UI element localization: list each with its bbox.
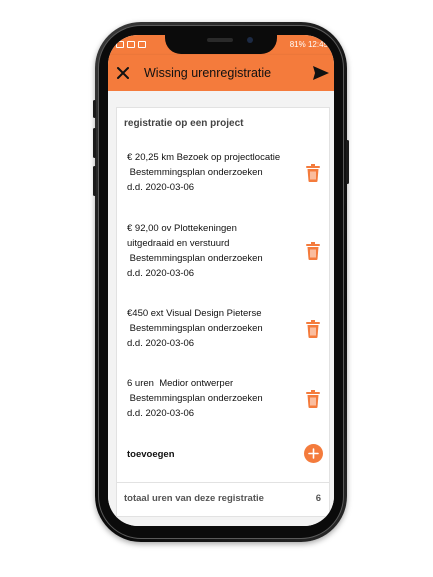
total-value: 6 xyxy=(315,493,321,504)
status-battery-time: 81% 12:45 xyxy=(289,40,328,49)
item-text: 6 uren Medior ontwerper Bestemmingsplan … xyxy=(127,376,287,421)
list-item: 6 uren Medior ontwerper Bestemmingsplan … xyxy=(127,376,327,421)
notification-icon xyxy=(116,41,124,48)
item-line: Bestemmingsplan onderzoeken xyxy=(127,167,263,178)
phone-notch xyxy=(165,32,277,54)
notification-icon xyxy=(127,41,135,48)
trash-icon[interactable] xyxy=(305,164,321,182)
status-right: 81% 12:45 xyxy=(290,40,328,49)
item-line: € 92,00 ov Plottekeningen xyxy=(127,223,237,234)
trash-icon[interactable] xyxy=(305,242,321,260)
item-line: € 20,25 km Bezoek op projectlocatie xyxy=(127,152,281,163)
content-area: registratie op een project € 20,25 km Be… xyxy=(108,91,334,526)
list-item: € 92,00 ov Plottekeningen uitgedraaid en… xyxy=(127,221,327,281)
item-line: Bestemmingsplan onderzoeken xyxy=(127,393,263,404)
total-label: totaal uren van deze registratie xyxy=(124,493,264,504)
front-camera xyxy=(247,37,253,43)
divider xyxy=(117,482,329,483)
list-item: €450 ext Visual Design Pieterse Bestemmi… xyxy=(127,306,327,351)
add-label: toevoegen xyxy=(127,449,175,460)
close-button[interactable] xyxy=(114,64,132,82)
item-line: Bestemmingsplan onderzoeken xyxy=(127,253,263,264)
item-text: € 92,00 ov Plottekeningen uitgedraaid en… xyxy=(127,221,287,281)
app-bar: Wissing urenregistratie xyxy=(108,55,334,91)
item-text: €450 ext Visual Design Pieterse Bestemmi… xyxy=(127,306,287,351)
item-text: € 20,25 km Bezoek op projectlocatie Best… xyxy=(127,150,287,195)
section-title: registratie op een project xyxy=(124,118,244,129)
phone-volume-down-button xyxy=(93,166,96,196)
page-title: Wissing urenregistratie xyxy=(144,66,272,80)
item-line: Bestemmingsplan onderzoeken xyxy=(127,323,263,334)
send-button[interactable] xyxy=(312,64,330,82)
close-icon xyxy=(117,67,129,79)
notification-icon xyxy=(138,41,146,48)
plus-icon xyxy=(308,448,319,459)
speaker-grille xyxy=(207,38,233,42)
notification-icons xyxy=(116,41,146,48)
phone-power-button xyxy=(346,140,349,184)
list-item: € 20,25 km Bezoek op projectlocatie Best… xyxy=(127,150,327,195)
phone-volume-up-button xyxy=(93,128,96,158)
item-line: d.d. 2020-03-06 xyxy=(127,182,195,193)
item-line: d.d. 2020-03-06 xyxy=(127,408,195,419)
trash-icon[interactable] xyxy=(305,390,321,408)
item-line: 6 uren Medior ontwerper xyxy=(127,378,234,389)
app-screen: 81% 12:45 Wissing urenregistratie regist… xyxy=(108,35,334,526)
item-line: uitgedraaid en verstuurd xyxy=(127,238,230,249)
trash-icon[interactable] xyxy=(305,320,321,338)
item-line: €450 ext Visual Design Pieterse xyxy=(127,308,262,319)
send-icon xyxy=(313,66,329,80)
item-line: d.d. 2020-03-06 xyxy=(127,338,195,349)
registration-card: registratie op een project € 20,25 km Be… xyxy=(116,107,330,517)
add-button[interactable] xyxy=(304,444,323,463)
item-line: d.d. 2020-03-06 xyxy=(127,268,195,279)
phone-mute-button xyxy=(93,100,96,118)
